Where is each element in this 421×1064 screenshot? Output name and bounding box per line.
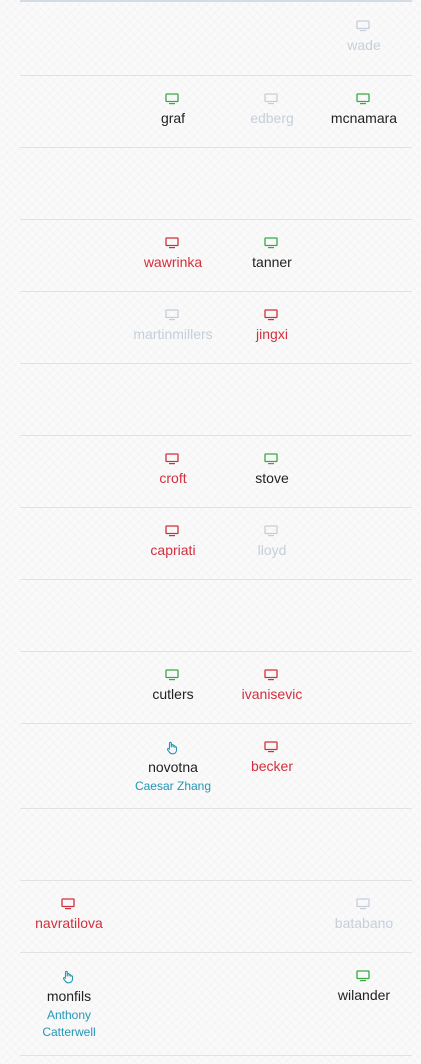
computer-monfils[interactable]: monfils Anthony Catterwell <box>19 970 119 1041</box>
logged-in-user: Anthony Catterwell <box>42 1008 96 1039</box>
computer-novotna[interactable]: novotna Caesar Zhang <box>123 741 223 795</box>
monitor-icon <box>165 309 181 321</box>
lab-row: monfils Anthony Catterwell wilander <box>20 953 412 1056</box>
computer-name: jingxi <box>256 326 288 342</box>
computer-name: lloyd <box>257 542 287 558</box>
computer-ivanisevic[interactable]: ivanisevic <box>222 669 322 703</box>
monitor-icon <box>356 93 372 105</box>
monitor-icon <box>61 898 77 910</box>
computer-name: wilander <box>337 987 391 1003</box>
lab-row: novotna Caesar Zhang becker <box>20 724 412 809</box>
computer-name: wawrinka <box>143 254 203 270</box>
monitor-icon <box>264 93 280 105</box>
computer-name: cutlers <box>152 686 194 702</box>
computer-name: tanner <box>252 254 292 270</box>
computer-capriati[interactable]: capriati <box>123 525 223 559</box>
computer-name: edberg <box>250 110 294 126</box>
computer-name: ivanisevic <box>241 686 303 702</box>
hand-icon <box>165 741 181 755</box>
computer-name: martinmillers <box>133 326 213 342</box>
computer-croft[interactable]: croft <box>123 453 223 487</box>
monitor-icon <box>165 525 181 537</box>
lab-row: capriati lloyd <box>20 508 412 580</box>
computer-mcnamara[interactable]: mcnamara <box>314 93 414 127</box>
monitor-icon <box>264 309 280 321</box>
lab-row <box>20 809 412 881</box>
lab-row: graf edberg mcnamara <box>20 76 412 148</box>
monitor-icon <box>165 237 181 249</box>
computer-tanner[interactable]: tanner <box>222 237 322 271</box>
computer-cutlers[interactable]: cutlers <box>123 669 223 703</box>
computer-edberg[interactable]: edberg <box>222 93 322 127</box>
lab-row <box>20 580 412 652</box>
computer-graf[interactable]: graf <box>123 93 223 127</box>
monitor-icon <box>264 525 280 537</box>
computer-wilander[interactable]: wilander <box>314 970 414 1004</box>
computer-stove[interactable]: stove <box>222 453 322 487</box>
lab-row: wade <box>20 0 412 76</box>
monitor-icon <box>356 970 372 982</box>
lab-row: croft stove <box>20 436 412 508</box>
computer-name: becker <box>250 758 294 774</box>
monitor-icon <box>264 237 280 249</box>
monitor-icon <box>165 453 181 465</box>
monitor-icon <box>264 741 280 753</box>
computer-name: monfils <box>46 988 92 1004</box>
lab-row <box>20 148 412 220</box>
monitor-icon <box>165 93 181 105</box>
computer-wawrinka[interactable]: wawrinka <box>123 237 223 271</box>
computer-name: mcnamara <box>330 110 398 126</box>
computer-name: croft <box>159 470 187 486</box>
monitor-icon <box>165 669 181 681</box>
computer-becker[interactable]: becker <box>222 741 322 775</box>
computer-name: wade <box>347 37 381 53</box>
hand-icon <box>61 970 77 984</box>
computer-wade[interactable]: wade <box>314 20 414 54</box>
computer-martinmillers[interactable]: martinmillers <box>123 309 223 343</box>
computer-name: novotna <box>148 759 198 775</box>
computer-name: graf <box>160 110 186 126</box>
computer-lloyd[interactable]: lloyd <box>222 525 322 559</box>
computer-navratilova[interactable]: navratilova <box>19 898 119 932</box>
computer-name: stove <box>255 470 289 486</box>
computer-batabano[interactable]: batabano <box>314 898 414 932</box>
logged-in-user: Caesar Zhang <box>134 779 212 793</box>
computer-jingxi[interactable]: jingxi <box>222 309 322 343</box>
monitor-icon <box>264 669 280 681</box>
lab-row <box>20 364 412 436</box>
computer-name: capriati <box>150 542 196 558</box>
monitor-icon <box>356 20 372 32</box>
lab-row: martinmillers jingxi <box>20 292 412 364</box>
lab-row: cutlers ivanisevic <box>20 652 412 724</box>
lab-row: navratilova batabano <box>20 881 412 953</box>
monitor-icon <box>356 898 372 910</box>
lab-row: wawrinka tanner <box>20 220 412 292</box>
computer-name: batabano <box>334 915 394 931</box>
computer-name: navratilova <box>35 915 103 931</box>
monitor-icon <box>264 453 280 465</box>
